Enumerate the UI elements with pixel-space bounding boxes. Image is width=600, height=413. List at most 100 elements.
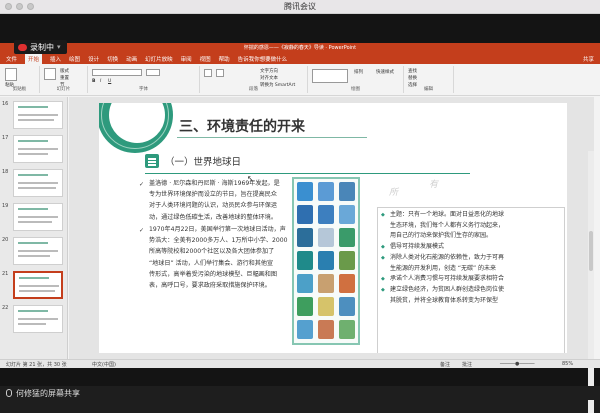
mouse-cursor-icon: ↖: [247, 174, 254, 183]
tab-insert[interactable]: 插入: [50, 55, 61, 63]
poster-image: [318, 320, 334, 339]
slide-thumbnail-selected[interactable]: [13, 271, 63, 299]
font-name-dropdown[interactable]: [92, 69, 142, 76]
slide-thumbnail[interactable]: [13, 237, 63, 265]
watermark-text: 所: [389, 188, 399, 198]
slide-subtitle[interactable]: （一）世界地球日: [165, 154, 241, 168]
text-line: 所高等院校和2000个社区以及各大团体参加了: [149, 248, 275, 256]
text-line: 专为世界环境保护而设立的节日，旨在提高民众: [149, 191, 277, 199]
slide-thumbnail[interactable]: [13, 135, 63, 163]
zoom-slider[interactable]: ─────●─────: [500, 361, 534, 367]
text-line: 盖洛德 · 尼尔森和丹尼斯 · 海斯1969年发起，是: [149, 180, 280, 187]
tab-view[interactable]: 视图: [200, 55, 211, 63]
recording-indicator[interactable]: 录制中 ▾: [14, 40, 67, 54]
group-slides: 版式 重置 节 幻灯片: [40, 66, 88, 93]
slide-thumbnail[interactable]: [13, 305, 63, 333]
slide-thumbnail[interactable]: [13, 169, 63, 197]
group-paragraph: 文字方向 对齐文本 转换为 SmartArt 段落: [200, 66, 308, 93]
group-font: B I U 字体: [88, 66, 200, 93]
poster-image: [297, 205, 313, 224]
tab-draw[interactable]: 绘图: [69, 55, 80, 63]
diamond-bullet-icon: ◆: [381, 255, 385, 261]
tab-animations[interactable]: 动画: [126, 55, 137, 63]
text-direction-button[interactable]: 文字方向: [260, 68, 278, 74]
scrollbar-thumb[interactable]: [589, 231, 593, 271]
text-line: 其脱贫，并将全球教育体系转变为环保型: [390, 296, 499, 304]
group-drawing: 排列 快速样式 绘图: [308, 66, 404, 93]
align-text-button[interactable]: 对齐文本: [260, 75, 278, 81]
comments-button[interactable]: 批注: [462, 361, 472, 368]
group-label-drawing: 绘图: [351, 87, 360, 92]
arrange-button[interactable]: 排列: [354, 69, 363, 75]
text-line: 主题：只有一个地球。面对日益恶化的地球: [390, 211, 505, 218]
poster-image: [318, 274, 334, 293]
tab-file[interactable]: 文件: [6, 55, 17, 63]
watermark-text: 有: [429, 180, 439, 190]
consumption-paragraph: 承诺个人消费习惯与可持续发展要求相符合: [390, 274, 566, 285]
slide-thumbnail[interactable]: [13, 101, 63, 129]
globe-image: [297, 182, 313, 201]
text-line: 生能源的开发利用，创造 “无碳” 的未来: [390, 264, 497, 272]
checkmark-icon: ✓: [139, 181, 145, 188]
find-button[interactable]: 查找: [408, 68, 417, 74]
text-line: 倡导可持续发展模式: [390, 243, 445, 250]
current-slide[interactable]: 三、环境责任的开来 （一）世界地球日 ✓ 盖洛德 · 尼尔森和丹尼斯 · 海斯1…: [99, 103, 567, 353]
left-text-box-2[interactable]: 1970年4月22日，美国举行第一次地球日活动，声 势浩大：全美有2000多万人…: [149, 224, 288, 291]
diamond-bullet-icon: ◆: [381, 244, 385, 250]
sustain-paragraph: 倡导可持续发展模式: [390, 242, 566, 253]
poster-image: [297, 228, 313, 247]
thumb-number: 20: [2, 237, 9, 243]
screen-share-label: 何修猛的屏幕共享: [16, 388, 80, 398]
text-line: 用自己的行动来保护我们生存的家园。: [390, 232, 493, 240]
tab-transitions[interactable]: 切换: [107, 55, 118, 63]
notes-button[interactable]: 备注: [440, 361, 450, 368]
diamond-bullet-icon: ◆: [381, 287, 385, 293]
tab-design[interactable]: 设计: [88, 55, 99, 63]
group-editing: 查找 替换 选择 编辑: [404, 66, 454, 93]
italic-button[interactable]: I: [100, 79, 101, 84]
underline-button[interactable]: U: [108, 79, 111, 84]
recording-label: 录制中: [30, 42, 54, 52]
paste-icon[interactable]: [5, 68, 17, 81]
replace-button[interactable]: 替换: [408, 75, 417, 81]
language-indicator[interactable]: 中文(中国): [92, 361, 116, 368]
text-line: 建立绿色经济，为贫困人群创造绿色岗位使: [390, 286, 505, 293]
group-label-editing: 编辑: [424, 87, 433, 92]
quick-styles-button[interactable]: 快速样式: [376, 69, 394, 75]
reset-label[interactable]: 重置: [60, 75, 69, 81]
tab-slideshow[interactable]: 幻灯片放映: [145, 55, 173, 63]
group-clipboard: 粘贴 剪贴板: [0, 66, 40, 93]
energy-paragraph: 消除人类对化石能源的依赖性，致力于可再 生能源的开发利用，创造 “无碳” 的未来: [390, 253, 566, 274]
right-text-box[interactable]: ◆ 主题：只有一个地球。面对日益恶化的地球 生态环境，我们每个人都有义务行动起来…: [377, 207, 565, 353]
environment-images-collage[interactable]: [292, 177, 360, 345]
tab-review[interactable]: 审阅: [181, 55, 192, 63]
font-size-dropdown[interactable]: [146, 69, 160, 76]
new-slide-icon[interactable]: [44, 68, 56, 80]
tab-home[interactable]: 开始: [25, 53, 43, 64]
text-line: 消除人类对化石能源的依赖性，致力于可再: [390, 254, 505, 261]
slide-title[interactable]: 三、环境责任的开来: [179, 116, 305, 136]
layout-label[interactable]: 版式: [60, 68, 69, 74]
ppt-document-title: 怀揣的感恩——《寂静的春天》导读 · PowerPoint: [243, 45, 357, 51]
slide-editing-area: 三、环境责任的开来 （一）世界地球日 ✓ 盖洛德 · 尼尔森和丹尼斯 · 海斯1…: [69, 97, 594, 413]
vertical-scrollbar[interactable]: [588, 151, 594, 413]
powerpoint-window: 怀揣的感恩——《寂静的春天》导读 · PowerPoint 文件 开始 插入 绘…: [0, 43, 600, 413]
zoom-level[interactable]: 85%: [562, 361, 573, 367]
thumb-number: 17: [2, 135, 9, 141]
shapes-gallery[interactable]: [312, 69, 348, 83]
bullets-icon[interactable]: [204, 69, 212, 77]
left-text-box[interactable]: 盖洛德 · 尼尔森和丹尼斯 · 海斯1969年发起，是 专为世界环境保护而设立的…: [149, 178, 280, 223]
slide-thumbnail[interactable]: [13, 203, 63, 231]
bold-button[interactable]: B: [92, 79, 95, 84]
checkmark-icon: ✓: [139, 227, 145, 234]
numbering-icon[interactable]: [216, 69, 224, 77]
tab-help[interactable]: 帮助: [219, 55, 230, 63]
text-line: 对于人类环境问题的认识，动员民众参与环保运: [149, 202, 277, 210]
slide-counter: 幻灯片 第 21 张，共 30 张: [6, 362, 67, 368]
microphone-icon[interactable]: [6, 389, 12, 397]
text-line: 承诺个人消费习惯与可持续发展要求相符合: [390, 275, 505, 282]
diamond-bullet-icon: ◆: [381, 212, 385, 218]
tell-me-search[interactable]: 告诉我你想要做什么: [238, 55, 288, 63]
share-button[interactable]: 共享: [583, 55, 594, 63]
earth-image: [297, 251, 313, 270]
